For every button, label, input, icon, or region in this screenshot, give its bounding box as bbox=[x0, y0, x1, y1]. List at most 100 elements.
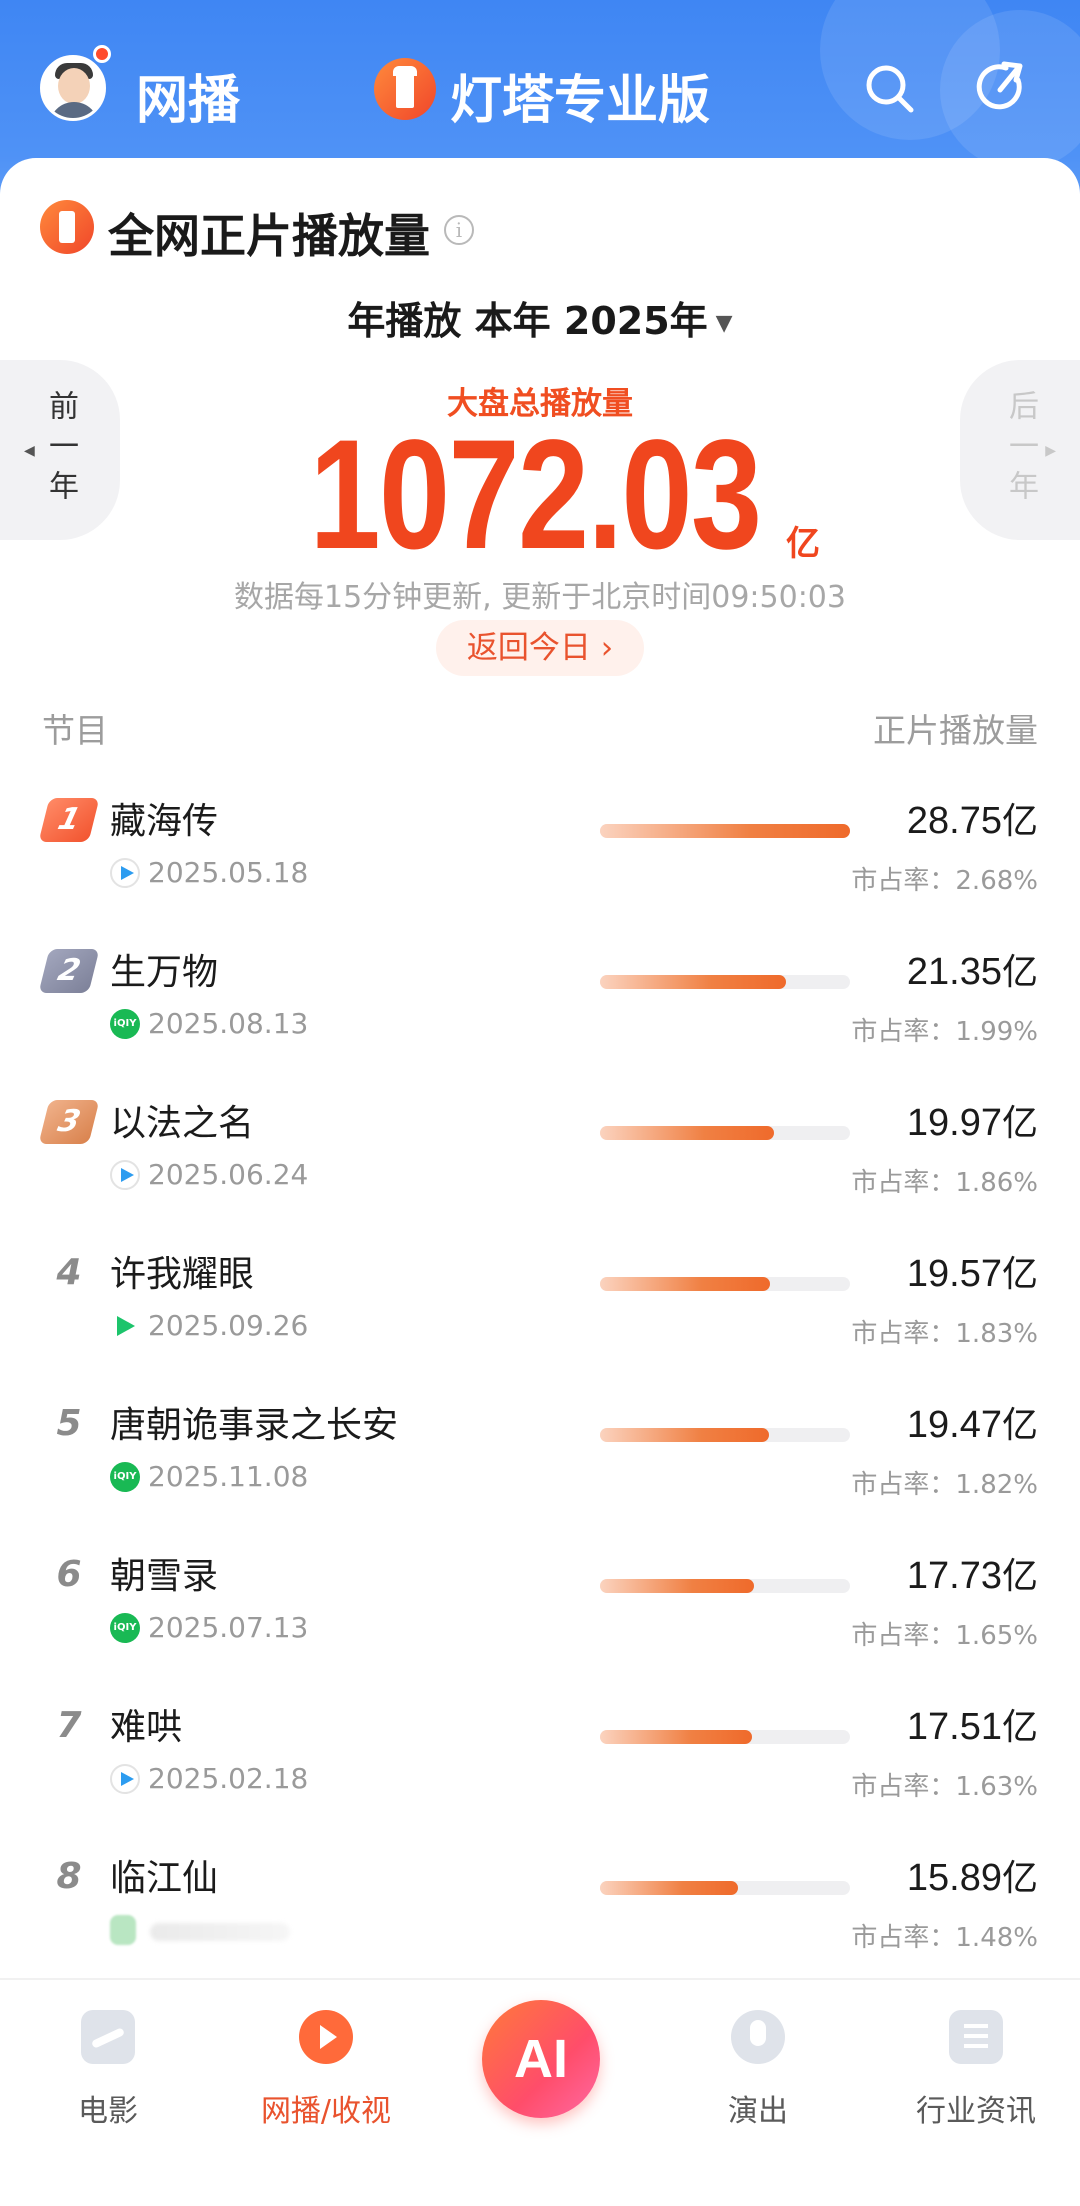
play-count-number: 17.51 bbox=[906, 1706, 1002, 1748]
play-share-bar bbox=[600, 1579, 850, 1593]
play-share-bar bbox=[600, 824, 850, 838]
show-title: 难哄 bbox=[110, 1707, 183, 1748]
period-selector[interactable]: 年播放 本年 2025年 ▼ bbox=[0, 290, 1080, 345]
market-share: 市占率：2.68% bbox=[851, 866, 1038, 896]
youku-icon bbox=[110, 858, 140, 888]
play-share-bar bbox=[600, 1730, 850, 1744]
play-count: 19.47亿 bbox=[907, 1396, 1038, 1448]
back-to-today-button[interactable]: 返回今日 › bbox=[436, 620, 644, 676]
platform-icon bbox=[110, 1915, 136, 1945]
show-title: 朝雪录 bbox=[110, 1556, 219, 1597]
nav-label: 行业资讯 bbox=[916, 2094, 1036, 2129]
search-icon[interactable] bbox=[861, 60, 917, 116]
play-share-bar-fill bbox=[600, 1428, 770, 1442]
news-icon bbox=[949, 2010, 1003, 2064]
market-share: 市占率：1.63% bbox=[851, 1772, 1038, 1802]
play-icon bbox=[299, 2010, 353, 2064]
section-title: 全网正片播放量 bbox=[108, 209, 430, 263]
table-row[interactable]: 3 以法之名 2025.06.24 19.97亿 市占率：1.86% bbox=[0, 1084, 1080, 1235]
youku-icon bbox=[110, 1160, 140, 1190]
table-row[interactable]: 6 朝雪录 iQIY 2025.07.13 17.73亿 市占率：1.65% bbox=[0, 1537, 1080, 1688]
market-share: 市占率：1.86% bbox=[851, 1168, 1038, 1198]
play-count-unit: 亿 bbox=[1001, 1556, 1038, 1597]
rank-badge: 8 bbox=[56, 1856, 82, 1897]
lighthouse-logo-icon bbox=[374, 58, 436, 120]
play-count-unit: 亿 bbox=[1001, 801, 1038, 842]
play-share-bar-fill bbox=[600, 975, 786, 989]
play-count-unit: 亿 bbox=[1001, 952, 1038, 993]
show-title: 唐朝诡事录之长安 bbox=[110, 1405, 399, 1446]
table-row[interactable]: 5 唐朝诡事录之长安 iQIY 2025.11.08 19.47亿 市占率：1.82% bbox=[0, 1386, 1080, 1537]
play-count: 19.97亿 bbox=[907, 1094, 1038, 1146]
rank-badge: 4 bbox=[56, 1252, 82, 1293]
release-date: 2025.08.13 bbox=[148, 1007, 309, 1040]
avatar-face bbox=[58, 68, 90, 104]
play-count: 19.57亿 bbox=[907, 1245, 1038, 1297]
rank-badge: 3 bbox=[38, 1100, 100, 1144]
column-header-program: 节目 bbox=[42, 711, 108, 750]
table-row[interactable]: 2 生万物 iQIY 2025.08.13 21.35亿 市占率：1.99% bbox=[0, 933, 1080, 1084]
play-count: 17.51亿 bbox=[907, 1698, 1038, 1750]
play-share-bar bbox=[600, 1126, 850, 1140]
total-value: 1072.03 bbox=[309, 408, 763, 582]
release-date: 2025.09.26 bbox=[148, 1309, 309, 1342]
table-row[interactable]: 8 临江仙 15.89亿 市占率：1.48% bbox=[0, 1839, 1080, 1990]
nav-item-news[interactable]: 行业资讯 bbox=[886, 2010, 1066, 2130]
column-header-plays[interactable]: 正片播放量 bbox=[873, 704, 1038, 752]
play-count: 21.35亿 bbox=[907, 943, 1038, 995]
play-share-bar bbox=[600, 1277, 850, 1291]
release-date: 2025.07.13 bbox=[148, 1611, 309, 1644]
rank-badge: 6 bbox=[56, 1554, 82, 1595]
youku-icon bbox=[110, 1764, 140, 1794]
market-share: 市占率：1.99% bbox=[851, 1017, 1038, 1047]
release-date: 2025.11.08 bbox=[148, 1460, 309, 1493]
play-count-number: 19.47 bbox=[906, 1404, 1002, 1446]
play-share-bar-fill bbox=[600, 1126, 774, 1140]
notification-dot bbox=[93, 45, 111, 63]
rank-badge: 7 bbox=[56, 1705, 82, 1746]
play-count-number: 19.57 bbox=[906, 1253, 1002, 1295]
play-share-bar-fill bbox=[600, 1579, 755, 1593]
play-share-bar-fill bbox=[600, 1277, 771, 1291]
market-share: 市占率：1.83% bbox=[851, 1319, 1038, 1349]
nav-label: 演出 bbox=[728, 2094, 788, 2129]
nav-item-streaming[interactable]: 网播/收视 bbox=[236, 2010, 416, 2130]
ranking-list: 1 藏海传 2025.05.18 28.75亿 市占率：2.68% 2 生万物 iQIY 202… bbox=[0, 782, 1080, 1990]
table-row[interactable]: 4 许我耀眼 2025.09.26 19.57亿市占率：1.83% bbox=[0, 1235, 1080, 1386]
play-count-unit: 亿 bbox=[1001, 1254, 1038, 1295]
info-icon[interactable]: i bbox=[444, 215, 474, 245]
app-title: 灯塔专业版 bbox=[450, 71, 711, 131]
nav-item-movie[interactable]: 电影 bbox=[18, 2010, 198, 2130]
play-count: 28.75亿 bbox=[907, 792, 1038, 844]
play-share-bar bbox=[600, 975, 850, 989]
channel-label[interactable]: 网播 bbox=[136, 58, 240, 133]
film-icon bbox=[81, 2010, 135, 2064]
nav-label: 网播/收视 bbox=[260, 2094, 392, 2129]
show-title: 许我耀眼 bbox=[110, 1254, 255, 1295]
play-count-number: 19.97 bbox=[906, 1102, 1002, 1144]
mic-icon bbox=[731, 2010, 785, 2064]
play-count-unit: 亿 bbox=[1001, 1707, 1038, 1748]
update-note: 数据每15分钟更新, 更新于北京时间09:50:03 bbox=[234, 580, 846, 615]
lighthouse-tower bbox=[59, 211, 75, 243]
lighthouse-tower bbox=[396, 70, 414, 108]
play-count-number: 28.75 bbox=[906, 800, 1002, 842]
table-row[interactable]: 7 难哄 2025.02.18 17.51亿 市占率：1.63% bbox=[0, 1688, 1080, 1839]
total-unit: 亿 bbox=[785, 524, 820, 564]
market-share: 市占率：1.65% bbox=[851, 1621, 1038, 1651]
table-row[interactable]: 1 藏海传 2025.05.18 28.75亿 市占率：2.68% bbox=[0, 782, 1080, 933]
nav-item-shows[interactable]: 演出 bbox=[668, 2010, 848, 2130]
play-share-bar-fill bbox=[600, 1881, 739, 1895]
blurred-date bbox=[150, 1923, 290, 1941]
iqiyi-icon: iQIY bbox=[110, 1009, 140, 1039]
tencent-video-icon bbox=[110, 1311, 140, 1341]
nav-label: 电影 bbox=[78, 2094, 138, 2129]
ai-assistant-button[interactable]: AI bbox=[482, 2000, 600, 2118]
play-count-unit: 亿 bbox=[1001, 1858, 1038, 1899]
user-avatar[interactable] bbox=[40, 55, 106, 121]
rank-badge: 1 bbox=[38, 798, 100, 842]
play-count: 15.89亿 bbox=[907, 1849, 1038, 1901]
play-count-number: 17.73 bbox=[906, 1555, 1002, 1597]
play-share-bar bbox=[600, 1428, 850, 1442]
share-icon[interactable] bbox=[974, 60, 1030, 116]
